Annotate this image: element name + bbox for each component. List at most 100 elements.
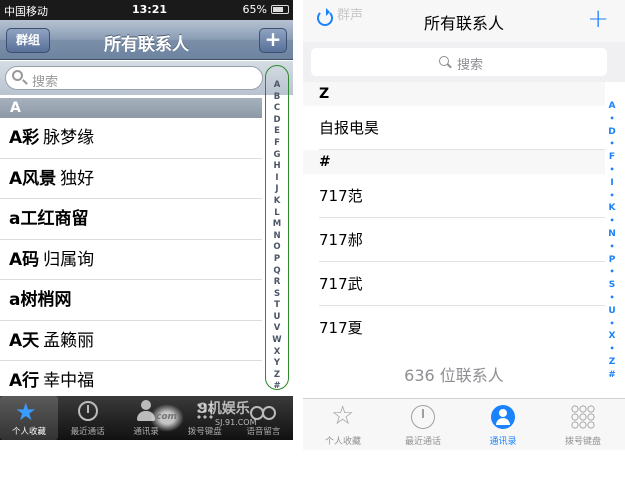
star-icon: ★ [15,398,37,426]
contact-row[interactable]: A彩 脉梦缘 [0,118,262,159]
contact-last-name: 孟籁丽 [43,330,95,351]
tab-clock[interactable]: 最近通话 [59,396,117,440]
index-letter[interactable]: X [609,330,616,343]
person-icon [491,405,515,429]
page-title: 所有联系人 [423,14,504,33]
index-letter[interactable]: Q [273,266,280,278]
index-letter[interactable]: M [273,219,281,231]
section-index[interactable]: A B C D E F G H I J K L M N O P Q R S T U V W X Y Z # [265,65,289,393]
watermark: com 9机娱乐 SJ.91.COM [150,398,290,436]
contact-first-name: a树梢网 [9,290,72,310]
index-letter[interactable]: X [274,347,281,359]
contact-row[interactable]: 自报电昊 [303,106,605,150]
tab-label: 通讯录 [489,437,517,447]
index-letter[interactable]: E [274,126,280,138]
index-letter[interactable]: I [275,173,278,185]
index-letter[interactable]: Z [609,356,616,369]
index-letter[interactable]: U [608,305,615,318]
index-letter[interactable]: J [275,184,278,196]
contact-first-name: A码 [9,249,40,270]
index-letter[interactable]: L [274,208,279,220]
index-letter[interactable]: A [609,100,616,113]
index-letter[interactable]: F [274,138,280,150]
index-letter[interactable]: D [608,126,615,139]
tab-clock[interactable]: 最近通话 [383,399,463,451]
clock-label: 13:21 [132,3,168,16]
status-bar: 中国移动 13:21 65% [0,0,293,20]
watermark-text: 9机娱乐 [198,401,250,417]
index-letter[interactable]: S [274,289,280,301]
tab-person[interactable]: 通讯录 [463,399,543,451]
search-input[interactable]: 搜索 [5,66,263,90]
index-letter[interactable]: I [610,177,613,190]
index-letter[interactable]: W [272,335,281,347]
section-header: # [303,150,605,174]
index-letter[interactable]: Z [274,370,280,382]
ios6-contacts-screen: 中国移动 13:21 65% 群组 所有联系人 + 搜索 A A彩 脉梦缘 A风景独… [0,0,293,440]
index-letter[interactable]: P [609,254,616,267]
search-input[interactable]: 搜索 [311,48,607,76]
index-letter[interactable]: B [274,92,280,104]
index-letter[interactable]: G [274,150,281,162]
tab-label: 个人收藏 [324,437,361,447]
add-contact-button[interactable]: + [259,28,287,53]
keypad-icon [571,405,595,429]
carrier-label: 中国移动 [4,5,48,18]
index-letter[interactable]: T [274,300,280,312]
index-letter[interactable]: • [609,164,614,177]
index-letter[interactable]: • [609,138,614,151]
contact-row[interactable]: A天 孟籁丽 [0,321,262,361]
contact-last-name: 幸中福 [43,371,95,391]
section-header: Z [303,82,605,106]
index-letter[interactable]: • [609,343,614,356]
index-letter[interactable]: N [273,231,280,243]
contact-row[interactable]: A码 归属询 [0,240,262,280]
page-title: 所有联系人 [104,35,189,55]
index-letter[interactable]: K [609,202,616,215]
index-letter[interactable]: F [609,151,615,164]
contact-row[interactable]: 717范 [303,174,605,218]
tab-keypad[interactable]: 拨号键盘 [543,399,623,451]
index-letter[interactable]: • [609,292,614,305]
contacts-list: A彩 脉梦缘 A风景 独好 a工红商留 A码 归属询 a树梢网 A天 孟籁丽 A行 幸中福 [0,118,262,402]
add-contact-button[interactable]: + [587,6,609,32]
index-letter[interactable]: S [609,279,615,292]
index-letter[interactable]: A [274,80,281,92]
section-index[interactable]: A • D • F • I • K • N • P • S • U • X • Z # [605,100,619,382]
watermark-logo-text: com [156,412,177,422]
index-letter[interactable]: • [609,266,614,279]
tab-star[interactable]: ☆ 个人收藏 [303,399,383,451]
contact-row[interactable]: A风景 独好 [0,159,262,199]
index-letter[interactable]: # [273,381,280,393]
tab-label: 个人收藏 [11,427,46,437]
index-letter[interactable]: • [609,241,614,254]
index-letter[interactable]: C [274,103,280,115]
contact-row[interactable]: 717郝 [303,218,605,262]
contact-row[interactable]: a工红商留 [0,199,262,240]
index-letter[interactable]: P [274,254,280,266]
index-letter[interactable]: # [608,369,616,382]
index-letter[interactable]: R [274,277,281,289]
index-letter[interactable]: Y [274,358,280,370]
search-bar: 搜索 [303,42,625,82]
index-letter[interactable]: H [273,161,280,173]
contact-row[interactable]: 717武 [303,262,605,306]
contact-first-name: A天 [9,330,40,351]
index-letter[interactable]: D [273,115,280,127]
index-letter[interactable]: O [273,242,280,254]
tab-label: 最近通话 [70,427,105,437]
index-letter[interactable]: • [609,190,614,203]
tab-star[interactable]: ★ 个人收藏 [0,396,58,440]
index-letter[interactable]: V [274,323,281,335]
index-letter[interactable]: • [609,318,614,331]
index-letter[interactable]: N [608,228,616,241]
index-letter[interactable]: K [274,196,281,208]
contact-first-name: A行 [9,371,40,391]
tab-bar: ☆ 个人收藏 最近通话 通讯录 拨号键盘 [303,398,625,450]
contact-row[interactable]: 717夏 [303,306,605,350]
battery-icon [271,5,289,14]
index-letter[interactable]: • [609,113,614,126]
index-letter[interactable]: U [274,312,281,324]
contact-row[interactable]: a树梢网 [0,280,262,321]
index-letter[interactable]: • [609,215,614,228]
